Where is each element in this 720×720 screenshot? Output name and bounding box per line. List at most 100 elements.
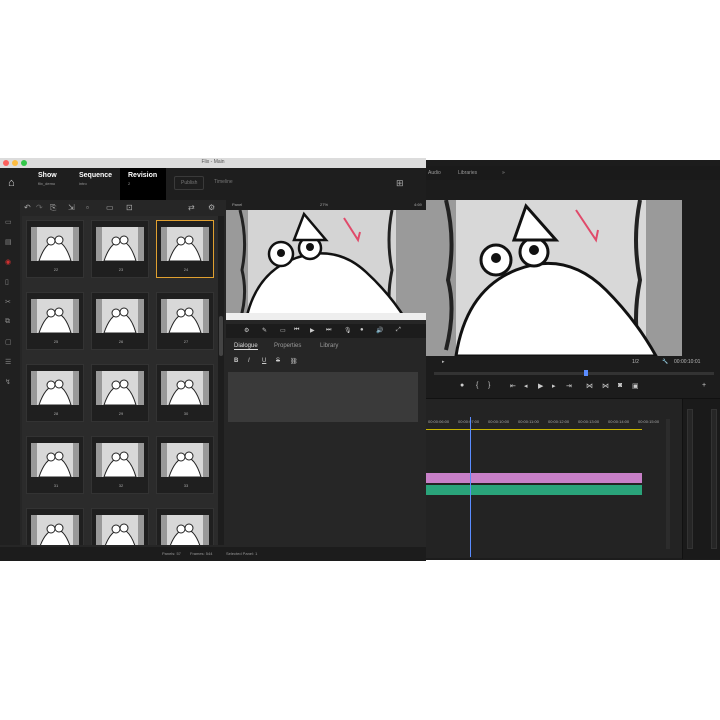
link-icon[interactable]: ⛓ [290, 358, 298, 365]
lift-icon[interactable]: ⋈ [586, 382, 593, 390]
skip-forward-icon[interactable]: ⏭ [326, 327, 331, 334]
panel-card[interactable]: 29 [91, 364, 149, 422]
record-icon[interactable]: ◉ [5, 258, 11, 266]
strikethrough-button[interactable]: S [276, 358, 280, 364]
timeline-scrollbar[interactable] [666, 419, 670, 549]
breadcrumb-revision[interactable]: Revision 2 [120, 168, 166, 200]
timeline-ruler[interactable]: 00:00:06:00 00:00:07:00 00:00:10:00 00:0… [426, 417, 666, 427]
panel-card[interactable]: 34 [26, 508, 84, 545]
playhead[interactable] [470, 417, 471, 557]
fullscreen-icon[interactable]: ⤢ [396, 327, 401, 334]
pencil-icon[interactable]: ✎ [262, 327, 267, 334]
panel-card[interactable]: 27 [156, 292, 214, 350]
breadcrumb-show[interactable]: Show flix_demo [38, 172, 57, 186]
film-icon[interactable]: ▤ [5, 238, 12, 246]
add-button-icon[interactable]: + [702, 382, 706, 389]
panel-number: 33 [183, 483, 189, 488]
audio-meter [682, 399, 720, 559]
camera-icon[interactable]: ◙ [618, 382, 622, 389]
publish-button[interactable]: Publish [174, 176, 205, 190]
status-frames: Frames: 544 [190, 551, 213, 556]
tab-libraries[interactable]: Libraries [458, 170, 477, 176]
panel-card[interactable]: 33 [156, 436, 214, 494]
swap-icon[interactable]: ⇄ [188, 203, 195, 212]
document-icon[interactable]: ▢ [5, 338, 12, 346]
bold-button[interactable]: B [234, 358, 238, 364]
panel-card[interactable]: 32 [91, 436, 149, 494]
viewer-topbar: Panel 27% 4:69 [226, 200, 426, 210]
skip-back-icon[interactable]: ⏮ [294, 327, 299, 334]
ruler-tick: 00:00:11:00 [518, 419, 539, 424]
out-point-icon[interactable]: } [488, 382, 490, 389]
folder-icon[interactable]: ▭ [106, 203, 114, 212]
panel-grid-scrollbar[interactable] [218, 216, 224, 545]
panel-card[interactable]: 24 [156, 220, 214, 278]
wrench-icon[interactable]: 🔧 [662, 359, 668, 365]
panel-card[interactable]: 36 [156, 508, 214, 545]
scrub-handle[interactable] [584, 370, 588, 376]
list-icon[interactable]: ☰ [5, 358, 11, 366]
compare-icon[interactable]: ▣ [632, 382, 639, 390]
panel-card[interactable]: 23 [91, 220, 149, 278]
breadcrumb-sequence[interactable]: Sequence intro [79, 172, 112, 186]
viewer-zoom[interactable]: 27% [320, 202, 328, 207]
scrollbar-thumb[interactable] [219, 316, 223, 356]
go-to-out-icon[interactable]: ⇥ [566, 382, 572, 390]
step-back-icon[interactable]: ◂ [524, 382, 528, 390]
new-panel-icon[interactable]: ⎘ [50, 203, 56, 213]
panels-icon[interactable]: ▭ [5, 218, 12, 226]
record-dot-icon[interactable]: ● [360, 327, 364, 333]
audio-clip-track[interactable] [426, 485, 642, 495]
transport-controls: ● { } ⇤ ◂ ▶ ▸ ⇥ ⋈ ⋈ ◙ ▣ + [426, 380, 720, 396]
redo-icon[interactable]: ↷ [36, 203, 43, 212]
marker-icon[interactable]: ● [460, 382, 464, 389]
viewer-image[interactable] [226, 210, 426, 320]
italic-button[interactable]: I [248, 358, 250, 364]
share-icon[interactable]: ⧉ [5, 318, 10, 326]
expand-icon[interactable]: » [502, 170, 505, 176]
program-scrubber[interactable] [434, 370, 714, 376]
play-icon[interactable]: ▶ [310, 327, 315, 334]
in-point-icon[interactable]: { [476, 382, 478, 389]
grid-view-icon[interactable]: ⊞ [396, 178, 404, 189]
timeline-button[interactable]: Timeline [208, 176, 239, 190]
import-icon[interactable]: ⇲ [68, 203, 75, 212]
panel-card[interactable]: 35 [91, 508, 149, 545]
video-clip-track[interactable] [426, 473, 642, 483]
go-to-in-icon[interactable]: ⇤ [510, 382, 516, 390]
dialogue-editor[interactable] [228, 372, 418, 422]
step-forward-icon[interactable]: ▸ [552, 382, 556, 390]
panel-thumbnail [161, 227, 209, 261]
new-file-icon[interactable]: ▫ [86, 203, 89, 212]
tab-dialogue[interactable]: Dialogue [234, 343, 258, 350]
gear-icon[interactable]: ⚙ [208, 203, 215, 212]
panel-card[interactable]: 25 [26, 292, 84, 350]
dropdown-icon[interactable]: ▸ [442, 359, 445, 365]
viewer-frame: 4:69 [414, 202, 422, 207]
play-icon[interactable]: ▶ [538, 382, 543, 390]
underline-button[interactable]: U [262, 358, 266, 364]
undo-icon[interactable]: ↶ [24, 203, 31, 212]
tab-library[interactable]: Library [320, 343, 338, 349]
panel-number: 24 [183, 267, 189, 272]
panel-card[interactable]: 28 [26, 364, 84, 422]
tools-icon[interactable]: ✂ [5, 298, 11, 306]
panel-card[interactable]: 31 [26, 436, 84, 494]
mic-icon[interactable]: 🎙 [344, 327, 352, 334]
frame-icon[interactable]: ▭ [280, 327, 286, 334]
panel-card[interactable]: 30 [156, 364, 214, 422]
extract-icon[interactable]: ⋈ [602, 382, 609, 390]
tab-audio[interactable]: Audio [428, 170, 441, 176]
tab-properties[interactable]: Properties [274, 343, 301, 349]
export-panel-icon[interactable]: ⊡ [126, 203, 133, 212]
clipboard-icon[interactable]: ▯ [5, 278, 9, 286]
settings-icon[interactable]: ⚙ [244, 327, 249, 334]
premiere-window: Audio Libraries » ▸ 1/2 🔧 00:00:10:01 ● … [426, 160, 720, 560]
panel-card[interactable]: 22 [26, 220, 84, 278]
volume-icon[interactable]: 🔊 [376, 327, 383, 334]
home-icon[interactable]: ⌂ [8, 177, 15, 189]
export-icon[interactable]: ↯ [5, 378, 11, 386]
panel-card[interactable]: 26 [91, 292, 149, 350]
work-area-bar[interactable] [426, 429, 642, 430]
resolution-select[interactable]: 1/2 [632, 359, 639, 365]
